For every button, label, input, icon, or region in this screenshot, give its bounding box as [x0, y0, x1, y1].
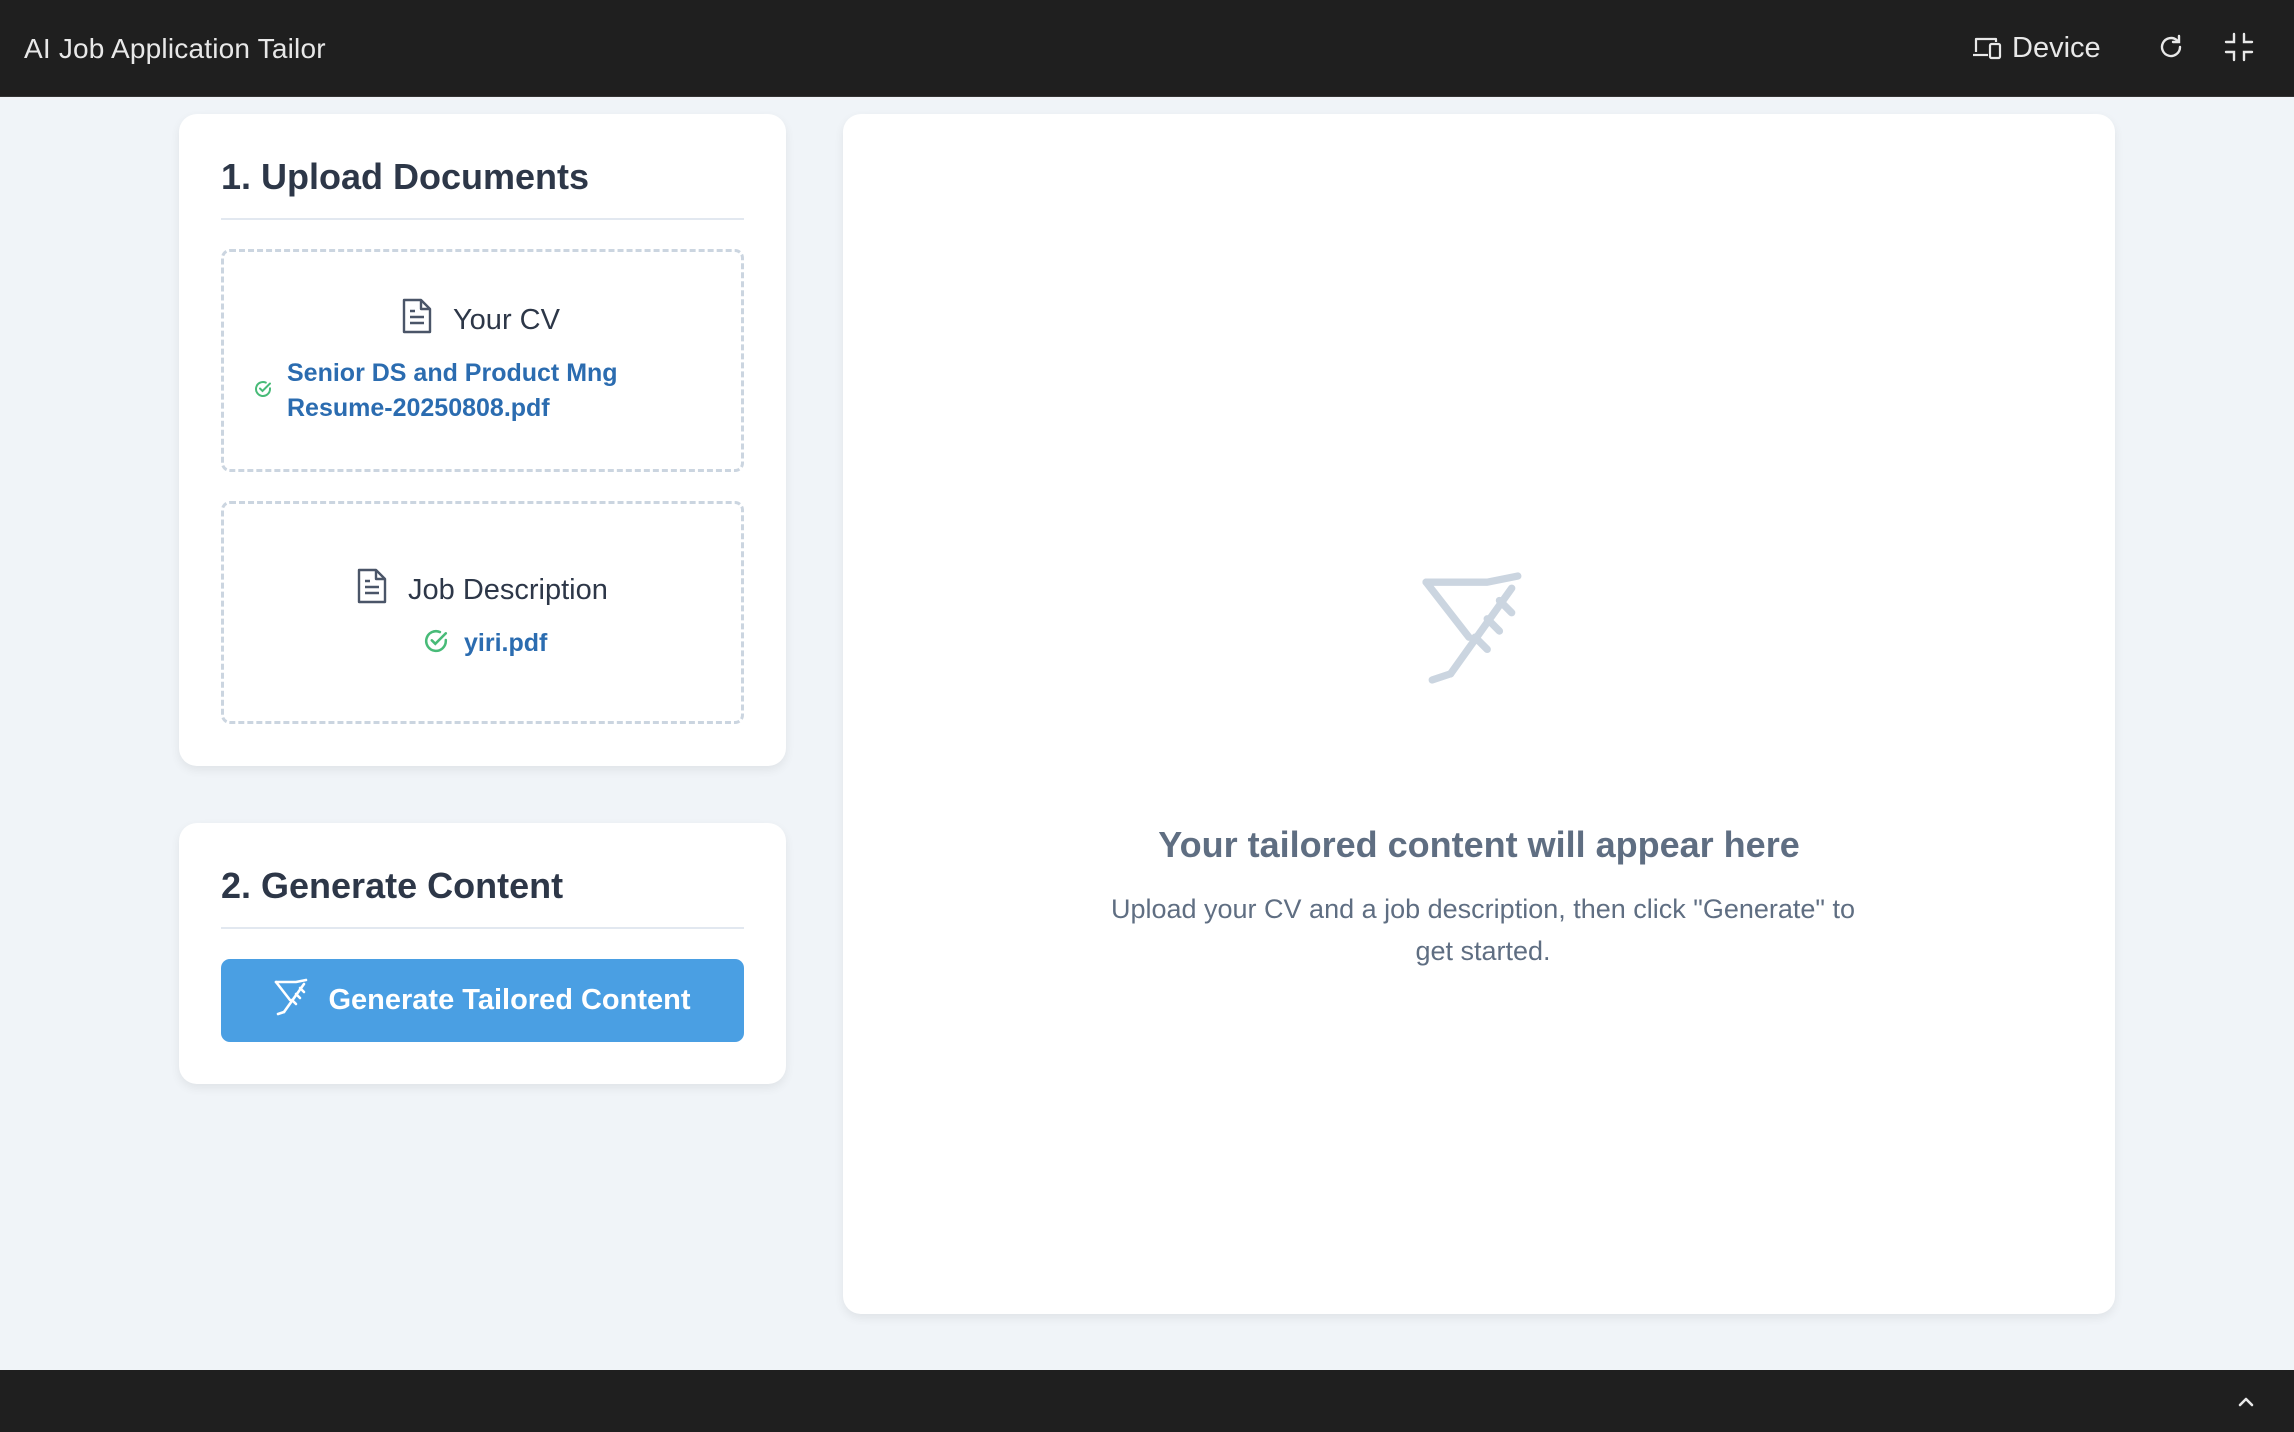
job-description-file-name: yiri.pdf	[464, 629, 548, 657]
top-bar: AI Job Application Tailor Device	[0, 0, 2294, 97]
generate-button[interactable]: Generate Tailored Content	[221, 959, 744, 1042]
chevron-up-icon	[2238, 1397, 2254, 1407]
cv-label: Your CV	[453, 303, 560, 336]
check-circle-icon	[422, 627, 450, 660]
expand-panel-button[interactable]	[2232, 1388, 2260, 1416]
document-icon	[356, 567, 388, 613]
exit-fullscreen-icon	[2224, 32, 2254, 62]
generate-button-label: Generate Tailored Content	[328, 984, 691, 1016]
job-description-label: Job Description	[408, 573, 608, 606]
generate-section-title: 2. Generate Content	[221, 865, 564, 906]
placeholder-text: Upload your CV and a job description, th…	[1110, 894, 1856, 966]
magic-wand-icon	[274, 978, 310, 1024]
cv-file-name: Senior DS and Product Mng Resume-2025080…	[287, 359, 618, 422]
refresh-button[interactable]	[2154, 30, 2188, 64]
generate-card: 2. Generate Content Generate Tailored Co…	[179, 823, 786, 1084]
upload-card: 1. Upload Documents Your CV Senior DS an…	[179, 114, 786, 766]
divider	[221, 927, 744, 929]
check-circle-icon	[253, 379, 273, 404]
bottom-bar	[0, 1370, 2294, 1432]
job-description-dropzone[interactable]: Job Description yiri.pdf	[221, 501, 744, 724]
app-title: AI Job Application Tailor	[24, 33, 326, 64]
refresh-icon	[2160, 34, 2182, 58]
device-icon	[1972, 35, 2002, 61]
document-icon	[401, 297, 433, 343]
device-label: Device	[2012, 31, 2101, 64]
divider	[221, 218, 744, 220]
cv-dropzone[interactable]: Your CV Senior DS and Product Mng Resume…	[221, 249, 744, 472]
output-panel: Your tailored content will appear here U…	[843, 114, 2115, 1314]
magic-wand-icon	[1420, 569, 1530, 692]
placeholder-title: Your tailored content will appear here	[1158, 824, 1800, 865]
exit-fullscreen-button[interactable]	[2222, 30, 2256, 64]
upload-section-title: 1. Upload Documents	[221, 156, 590, 197]
device-button[interactable]: Device	[1972, 26, 2101, 70]
